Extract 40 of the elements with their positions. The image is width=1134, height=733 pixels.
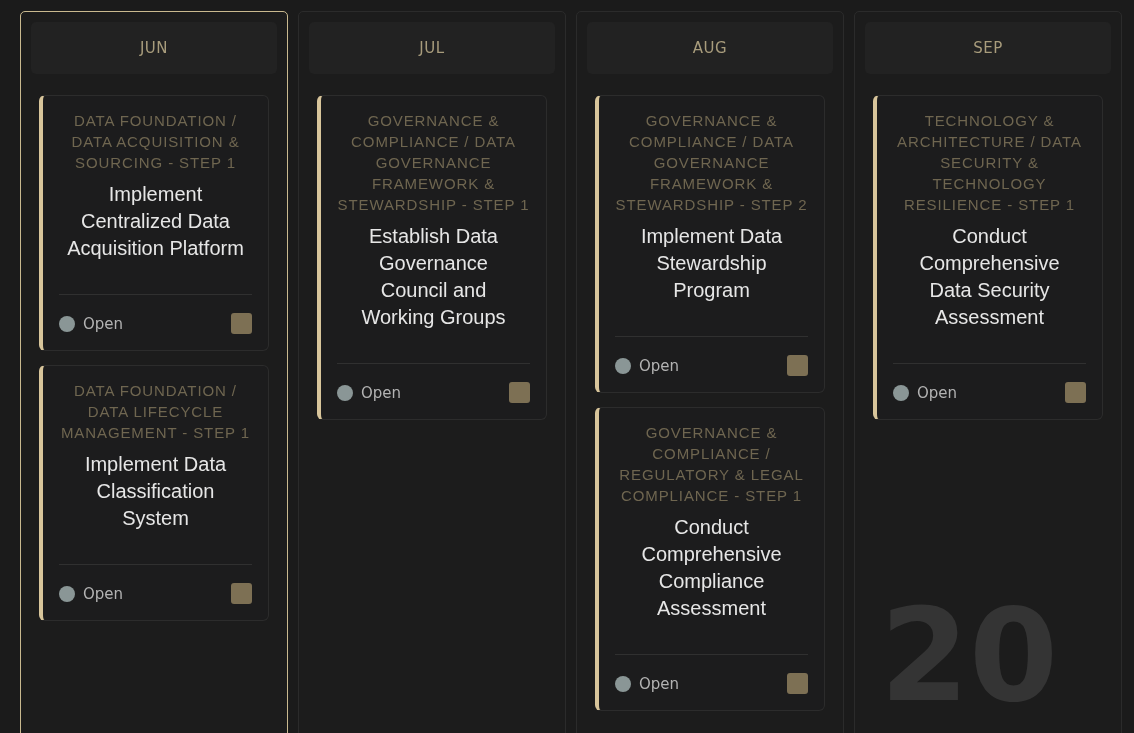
status-dot bbox=[59, 315, 75, 332]
task-category: DATA FOUNDATION / DATA LIFECYCLE MANAGEMENT - STEP 1 bbox=[59, 381, 252, 443]
month-header[interactable]: AUG bbox=[587, 22, 833, 74]
status-dot bbox=[615, 357, 631, 374]
task-category: DATA FOUNDATION / DATA ACQUISITION & SOURCING - STEP 1 bbox=[70, 111, 241, 173]
task-title: Implement Data Classification System bbox=[83, 452, 228, 531]
task-checkbox[interactable] bbox=[231, 313, 252, 334]
task-checkbox[interactable] bbox=[787, 673, 808, 694]
task-card[interactable]: TECHNOLOGY & ARCHITECTURE / DATA SECURITY & TECHNOLOGY RESILIENCE - STEP 1 Conduct Comprehensive Data Security Assessment Open bbox=[873, 95, 1103, 420]
task-card[interactable]: GOVERNANCE & COMPLIANCE / REGULATORY & LEGAL COMPLIANCE - STEP 1 Conduct Comprehensive Compliance Assessment Open bbox=[595, 407, 825, 711]
status-dot bbox=[337, 384, 353, 401]
task-title: Establish Data Governance Council and Working Groups bbox=[360, 224, 507, 330]
task-card[interactable]: GOVERNANCE & COMPLIANCE / DATA GOVERNANCE FRAMEWORK & STEWARDSHIP - STEP 1 Establish Data Governance Council and Working Groups Open bbox=[317, 95, 547, 420]
task-category: TECHNOLOGY & ARCHITECTURE / DATA SECURITY & TECHNOLOGY RESILIENCE - STEP 1 bbox=[896, 111, 1083, 215]
status-label: Open bbox=[83, 314, 124, 333]
status-label: Open bbox=[917, 383, 958, 402]
status-dot bbox=[893, 384, 909, 401]
task-category: GOVERNANCE & COMPLIANCE / REGULATORY & LEGAL COMPLIANCE - STEP 1 bbox=[618, 423, 805, 506]
month-header[interactable]: JUL bbox=[309, 22, 555, 74]
task-card[interactable]: DATA FOUNDATION / DATA LIFECYCLE MANAGEMENT - STEP 1 Implement Data Classification System Open bbox=[39, 365, 269, 621]
task-checkbox[interactable] bbox=[787, 355, 808, 376]
task-checkbox[interactable] bbox=[509, 382, 530, 403]
status-label: Open bbox=[639, 674, 680, 693]
task-title: Conduct Comprehensive Compliance Assessment bbox=[640, 515, 783, 621]
task-checkbox[interactable] bbox=[231, 583, 252, 604]
month-header[interactable]: SEP bbox=[865, 22, 1111, 74]
status-label: Open bbox=[639, 356, 680, 375]
task-card[interactable]: DATA FOUNDATION / DATA ACQUISITION & SOURCING - STEP 1 Implement Centralized Data Acquisition Platform Open bbox=[39, 95, 269, 351]
month-header[interactable]: JUN bbox=[31, 22, 277, 74]
task-title: Conduct Comprehensive Data Security Assessment bbox=[918, 224, 1061, 330]
task-card[interactable]: GOVERNANCE & COMPLIANCE / DATA GOVERNANCE FRAMEWORK & STEWARDSHIP - STEP 2 Implement Data Stewardship Program Open bbox=[595, 95, 825, 393]
status-dot bbox=[615, 675, 631, 692]
status-dot bbox=[59, 585, 75, 602]
task-title: Implement Centralized Data Acquisition Platform bbox=[66, 182, 245, 261]
task-checkbox[interactable] bbox=[1065, 382, 1086, 403]
task-category: GOVERNANCE & COMPLIANCE / DATA GOVERNANCE FRAMEWORK & STEWARDSHIP - STEP 1 bbox=[337, 111, 530, 215]
status-label: Open bbox=[361, 383, 402, 402]
status-label: Open bbox=[83, 584, 124, 603]
task-title: Implement Data Stewardship Program bbox=[639, 224, 784, 303]
task-category: GOVERNANCE & COMPLIANCE / DATA GOVERNANCE FRAMEWORK & STEWARDSHIP - STEP 2 bbox=[615, 111, 808, 215]
